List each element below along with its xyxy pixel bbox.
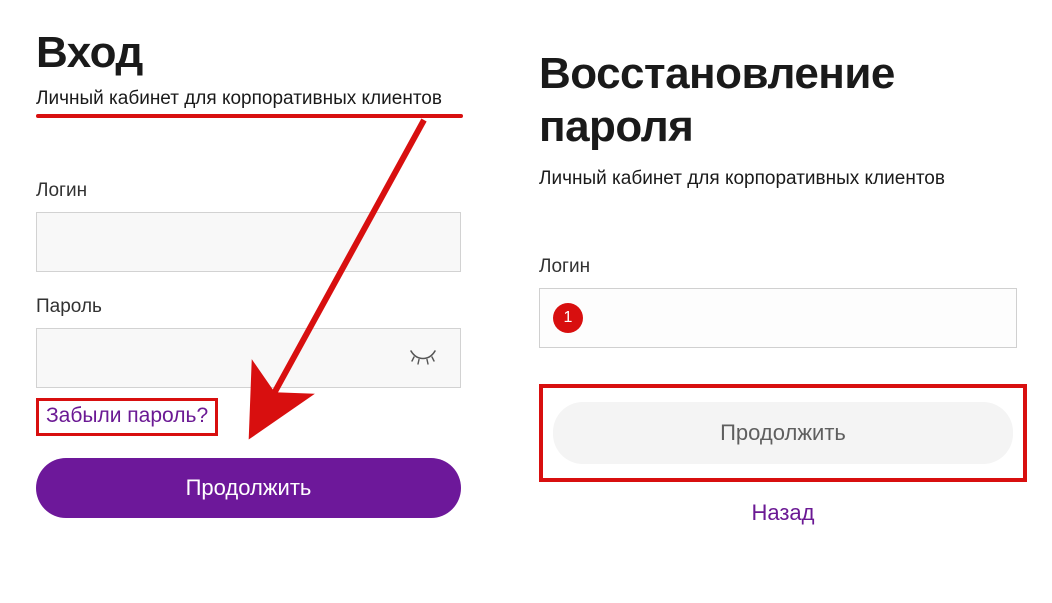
recovery-login-label: Логин [539,256,1019,278]
annotation-forgot-highlight: Забыли пароль? [36,398,218,436]
login-label: Логин [36,180,481,202]
annotation-underline [36,114,463,118]
back-link[interactable]: Назад [539,500,1027,526]
recovery-subtitle: Личный кабинет для корпоративных клиенто… [539,168,1022,190]
forgot-password-link[interactable]: Забыли пароль? [46,404,208,427]
recovery-continue-label: Продолжить [720,420,846,446]
login-title: Вход [36,28,481,78]
recovery-panel: Восстановление пароля Личный кабинет для… [481,28,1022,603]
continue-button-label: Продолжить [186,475,312,501]
recovery-login-input[interactable] [539,288,1017,348]
recovery-title: Восстановление пароля [539,48,1022,154]
login-input[interactable] [36,212,461,272]
login-panel: Вход Личный кабинет для корпоративных кл… [36,28,481,603]
annotation-continue-highlight: Продолжить [539,384,1027,482]
continue-button[interactable]: Продолжить [36,458,461,518]
password-label: Пароль [36,296,481,318]
recovery-continue-button[interactable]: Продолжить [553,402,1013,464]
login-subtitle: Личный кабинет для корпоративных клиенто… [36,88,481,110]
annotation-marker-1: 1 [553,303,583,333]
eye-closed-icon[interactable] [409,347,437,369]
password-input[interactable] [36,328,461,388]
